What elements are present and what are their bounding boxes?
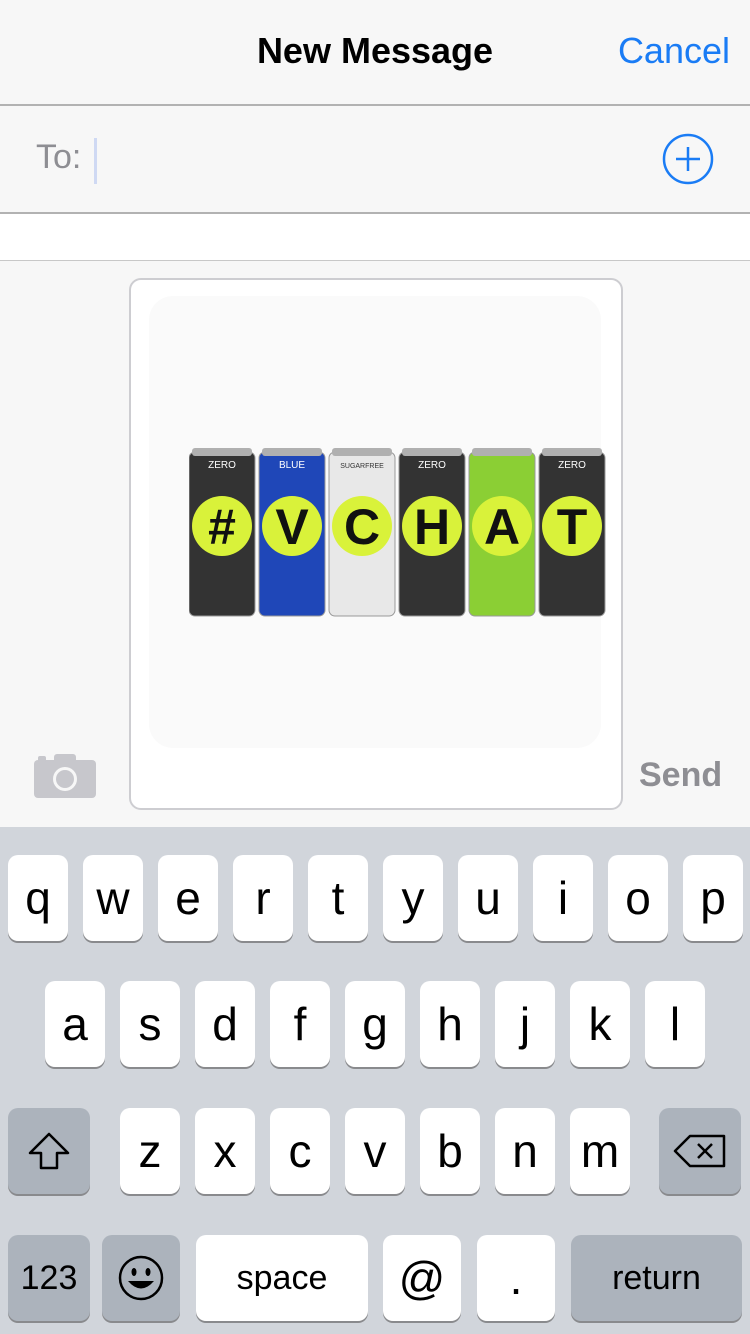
image-attachment[interactable]: # ZERO V BLUE C SUGARFREE H ZERO A T ZERO (149, 296, 606, 748)
subject-row (0, 214, 750, 261)
can: C SUGARFREE (328, 448, 396, 617)
key-s[interactable]: s (120, 981, 180, 1067)
key-c[interactable]: c (270, 1108, 330, 1194)
backspace-key[interactable] (659, 1108, 741, 1194)
key-n[interactable]: n (495, 1108, 555, 1194)
key-i[interactable]: i (533, 855, 593, 941)
shift-icon (28, 1132, 70, 1170)
key-u[interactable]: u (458, 855, 518, 941)
key-g[interactable]: g (345, 981, 405, 1067)
svg-text:H: H (414, 499, 450, 555)
return-key[interactable]: return (571, 1235, 742, 1321)
to-label: To: (36, 138, 82, 176)
emoji-key[interactable] (102, 1235, 180, 1321)
can-label: SUGARFREE (340, 463, 384, 470)
can-label: BLUE (279, 460, 305, 471)
key-y[interactable]: y (383, 855, 443, 941)
at-key[interactable]: @ (383, 1235, 461, 1321)
key-m[interactable]: m (570, 1108, 630, 1194)
key-j[interactable]: j (495, 981, 555, 1067)
can: H ZERO (398, 448, 466, 617)
svg-text:V: V (275, 499, 309, 555)
cancel-button[interactable]: Cancel (618, 30, 730, 72)
camera-icon[interactable] (34, 752, 96, 798)
can: # ZERO (189, 448, 256, 617)
emoji-icon (118, 1255, 164, 1301)
send-button[interactable]: Send (639, 756, 722, 795)
svg-text:C: C (344, 499, 380, 555)
key-p[interactable]: p (683, 855, 743, 941)
backspace-icon (673, 1134, 726, 1168)
can: A (468, 448, 536, 617)
svg-text:A: A (484, 499, 520, 555)
key-o[interactable]: o (608, 855, 668, 941)
keyboard: qwertyuiop asdfghjkl zxcvbnm 123 space @ .… (0, 827, 750, 1334)
key-q[interactable]: q (8, 855, 68, 941)
key-a[interactable]: a (45, 981, 105, 1067)
key-x[interactable]: x (195, 1108, 255, 1194)
key-d[interactable]: d (195, 981, 255, 1067)
key-b[interactable]: b (420, 1108, 480, 1194)
svg-text:#: # (208, 499, 236, 555)
key-t[interactable]: t (308, 855, 368, 941)
navigation-bar: New Message Cancel (0, 0, 750, 106)
recipient-row[interactable]: To: (0, 106, 750, 214)
numbers-key[interactable]: 123 (8, 1235, 90, 1321)
can: V BLUE (258, 448, 326, 617)
can-label: ZERO (558, 460, 586, 471)
key-r[interactable]: r (233, 855, 293, 941)
key-h[interactable]: h (420, 981, 480, 1067)
energy-drink-cans-image: # ZERO V BLUE C SUGARFREE H ZERO A T ZERO (189, 448, 606, 617)
can: T ZERO (538, 448, 606, 617)
can-label: ZERO (208, 460, 236, 471)
space-key[interactable]: space (196, 1235, 368, 1321)
key-l[interactable]: l (645, 981, 705, 1067)
key-e[interactable]: e (158, 855, 218, 941)
dot-key[interactable]: . (477, 1235, 555, 1321)
text-cursor (94, 138, 97, 184)
plus-circle-icon[interactable] (662, 133, 714, 185)
shift-key[interactable] (8, 1108, 90, 1194)
message-input[interactable]: # ZERO V BLUE C SUGARFREE H ZERO A T ZERO (129, 278, 623, 810)
key-k[interactable]: k (570, 981, 630, 1067)
key-w[interactable]: w (83, 855, 143, 941)
svg-text:T: T (557, 499, 588, 555)
can-label: ZERO (418, 460, 446, 471)
key-z[interactable]: z (120, 1108, 180, 1194)
key-f[interactable]: f (270, 981, 330, 1067)
key-v[interactable]: v (345, 1108, 405, 1194)
